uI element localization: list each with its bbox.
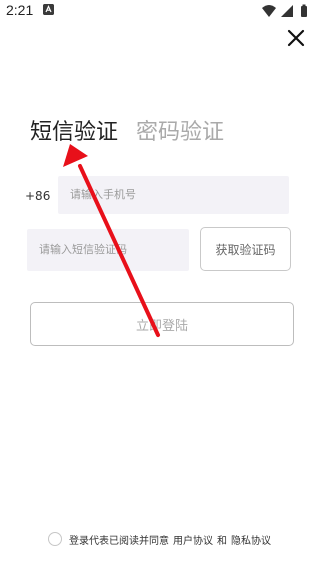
agreement-prefix: 登录代表已阅读并同意 (69, 535, 169, 547)
agreement-radio[interactable] (48, 532, 62, 546)
user-agreement-link[interactable]: 用户协议 (173, 536, 213, 547)
agreement-row: 登录代表已阅读并同意 用户协议和隐私协议 (48, 531, 271, 547)
agreement-text: 登录代表已阅读并同意 用户协议和隐私协议 (69, 532, 271, 547)
privacy-policy-link[interactable]: 隐私协议 (231, 536, 271, 547)
agreement-and: 和 (217, 535, 227, 547)
annotation-arrow (63, 144, 160, 337)
